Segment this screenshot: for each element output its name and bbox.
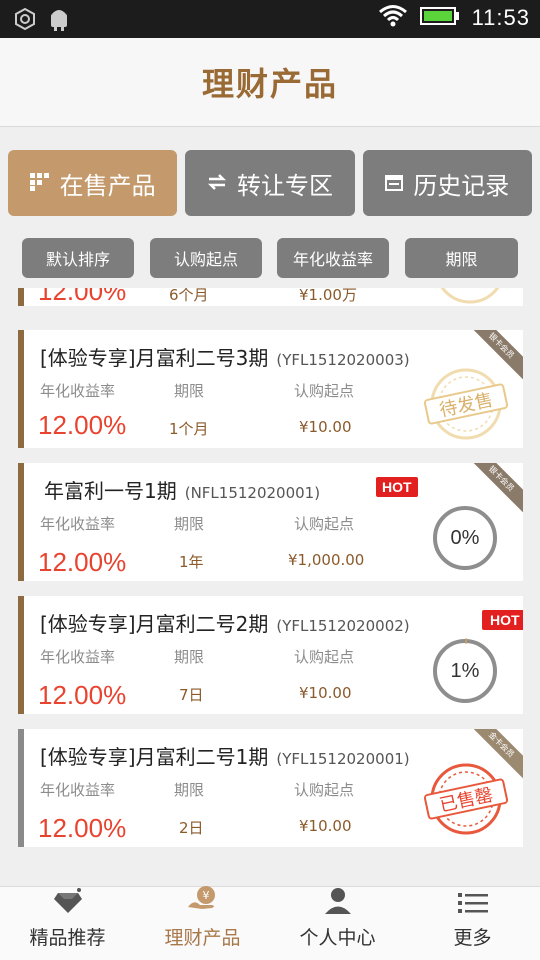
diamond-icon [52, 887, 84, 919]
progress-percent: 0% [450, 526, 480, 549]
app-header: 理财产品 [0, 38, 540, 127]
grid-icon [29, 169, 50, 197]
nav-label: 更多 [453, 927, 492, 949]
annual-rate-value: 12.00% [38, 410, 127, 440]
progress-ring: 0% [432, 505, 498, 571]
term-value: 2日 [179, 819, 204, 837]
min-amount-label: 认购起点 [294, 781, 355, 799]
progress-ring: 1% [432, 638, 498, 704]
annual-rate-value: 12.00% [38, 813, 127, 843]
product-code: (NFL1512020001) [184, 484, 321, 502]
nav-personal-center[interactable]: 个人中心 [270, 887, 405, 960]
wifi-icon [378, 4, 408, 32]
annual-rate-label: 年化收益率 [40, 515, 116, 533]
settings-status-icon [14, 7, 36, 34]
nav-recommend[interactable]: 精品推荐 [0, 887, 135, 960]
svg-text:¥: ¥ [202, 889, 209, 902]
tab-label: 转让专区 [236, 171, 333, 200]
sold-out-stamp: 已售罄 [416, 759, 516, 843]
product-name: [体验专享]月富利二号1期 (YFL1512020001) [40, 745, 410, 769]
nav-finance-products[interactable]: ¥ 理财产品 [135, 885, 270, 960]
product-code: (YFL1512020001) [276, 750, 410, 768]
min-amount-value: ¥1,000.00 [288, 551, 365, 569]
min-amount-value: ¥10.00 [299, 418, 352, 436]
min-amount-value: ¥10.00 [299, 817, 352, 835]
person-icon [323, 887, 353, 919]
tab-label: 在售产品 [59, 171, 156, 200]
battery-icon [419, 6, 460, 30]
min-amount-label: 认购起点 [294, 515, 355, 533]
sort-min-amount-button[interactable]: 认购起点 [150, 238, 262, 278]
hot-badge: HOT [376, 477, 418, 497]
pending-sale-stamp: 待发售 [416, 366, 516, 446]
product-card[interactable]: [体验专享]月富利二号1期 (YFL1512020001) 年化收益率 期限 认购… [18, 729, 523, 847]
sort-default-button[interactable]: 默认排序 [22, 238, 134, 278]
product-card[interactable]: [体验专享]月富利二号3期 (YFL1512020003) 年化收益率 期限 认购… [18, 330, 523, 448]
annual-rate-label: 年化收益率 [40, 781, 116, 799]
term-label: 期限 [174, 382, 205, 400]
sort-term-button[interactable]: 期限 [405, 238, 518, 278]
tab-bar: 在售产品 转让专区 历史记录 [8, 150, 532, 216]
status-bar: 11:53 [0, 0, 540, 38]
min-amount-label: 认购起点 [294, 382, 355, 400]
exchange-icon [207, 169, 227, 197]
clock: 11:53 [471, 5, 530, 30]
tab-label: 历史记录 [413, 171, 510, 200]
bottom-nav: 精品推荐 ¥ 理财产品 个人中心 更多 [0, 886, 540, 960]
annual-rate-value: 12.00% [38, 680, 127, 710]
money-bag-icon: ¥ [186, 885, 220, 919]
tab-on-sale[interactable]: 在售产品 [8, 150, 178, 216]
android-debug-icon [48, 7, 70, 35]
nav-label: 精品推荐 [29, 927, 106, 949]
hot-badge: HOT [482, 610, 523, 630]
calendar-icon [385, 169, 404, 197]
product-name: [体验专享]月富利二号3期 (YFL1512020003) [40, 346, 410, 370]
list-icon [457, 891, 488, 919]
term-label: 期限 [174, 648, 205, 666]
product-card[interactable]: 12.00% 6个月 ¥1.00万 [18, 288, 523, 306]
product-code: (YFL1512020002) [276, 617, 410, 635]
nav-more[interactable]: 更多 [405, 887, 540, 960]
term-value: 1个月 [169, 420, 209, 438]
min-amount-label: 认购起点 [294, 648, 355, 666]
sort-bar: 默认排序 认购起点 年化收益率 期限 [22, 238, 518, 278]
annual-rate-label: 年化收益率 [40, 648, 116, 666]
annual-rate-value: 12.00% [38, 547, 127, 577]
product-name: 年富利一号1期 (NFL1512020001) [44, 479, 321, 503]
product-card[interactable]: [体验专享]月富利二号2期 (YFL1512020002) HOT 年化收益率 期… [18, 596, 523, 714]
term-value: 7日 [179, 686, 204, 704]
product-card[interactable]: 年富利一号1期 (NFL1512020001) HOT 年化收益率 期限 认购起点… [18, 463, 523, 581]
term-value: 6个月 [169, 288, 209, 304]
annual-rate-label: 年化收益率 [40, 382, 116, 400]
term-label: 期限 [174, 781, 205, 799]
min-amount-value: ¥1.00万 [299, 288, 357, 304]
product-name: [体验专享]月富利二号2期 (YFL1512020002) [40, 612, 410, 636]
page-title: 理财产品 [201, 65, 338, 103]
product-code: (YFL1512020003) [276, 351, 410, 369]
tab-transfer[interactable]: 转让专区 [185, 150, 355, 216]
sort-yield-button[interactable]: 年化收益率 [277, 238, 389, 278]
progress-percent: 1% [450, 659, 480, 682]
tab-history[interactable]: 历史记录 [362, 150, 532, 216]
term-value: 1年 [179, 553, 204, 571]
nav-label: 理财产品 [164, 927, 241, 949]
stamp-icon [440, 288, 500, 304]
term-label: 期限 [174, 515, 205, 533]
nav-label: 个人中心 [299, 927, 376, 949]
annual-rate-value: 12.00% [38, 288, 127, 306]
product-list[interactable]: 12.00% 6个月 ¥1.00万 [体验专享]月富利二号3期 (YFL15120… [0, 288, 540, 886]
min-amount-value: ¥10.00 [299, 684, 352, 702]
